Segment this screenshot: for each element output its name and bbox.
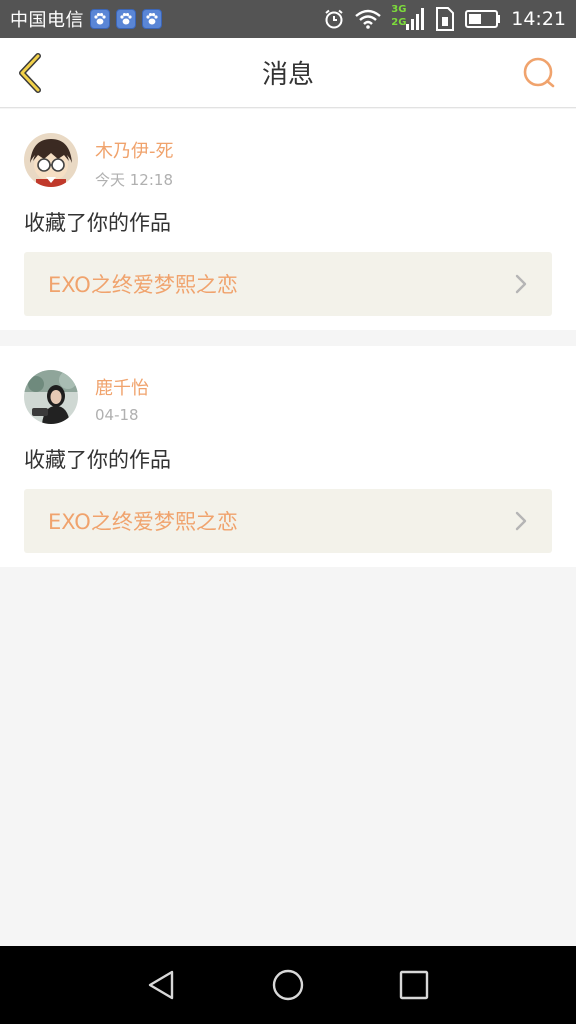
work-link[interactable]: EXO之终爱梦熙之恋 — [24, 489, 552, 553]
paw-icon — [90, 9, 110, 29]
avatar[interactable] — [24, 370, 78, 424]
search-icon — [523, 57, 555, 88]
status-right: 3G 2G 14:21 — [323, 4, 566, 32]
paw-icon — [142, 9, 162, 29]
back-button[interactable] — [14, 52, 50, 94]
carrier-name: 中国电信 — [10, 10, 84, 31]
status-bar: 中国电信 3G 2G 14:21 — [0, 0, 576, 38]
avatar[interactable] — [24, 133, 78, 187]
header: 消息 — [0, 38, 576, 108]
network-2g-label: 2G — [391, 17, 407, 28]
network-3g-label: 3G — [391, 4, 407, 15]
message-time: 今天 12:18 — [95, 171, 173, 189]
alarm-icon — [323, 8, 345, 30]
message-user-row: 鹿千怡 04-18 — [24, 346, 552, 424]
user-info: 鹿千怡 04-18 — [95, 374, 149, 424]
home-circle-icon[interactable] — [270, 967, 306, 1003]
signal-icon: 3G 2G — [391, 4, 425, 32]
message-card: 鹿千怡 04-18 收藏了你的作品 EXO之终爱梦熙之恋 — [0, 346, 576, 567]
page-title: 消息 — [261, 60, 314, 90]
message-action: 收藏了你的作品 — [24, 211, 171, 235]
message-user-row: 木乃伊-死 今天 12:18 — [24, 109, 552, 190]
battery-icon — [465, 10, 501, 28]
status-left: 中国电信 — [10, 6, 162, 32]
chevron-right-icon — [515, 274, 527, 294]
status-time: 14:21 — [511, 8, 566, 30]
message-action: 收藏了你的作品 — [24, 448, 171, 472]
wifi-icon — [355, 9, 382, 29]
work-link[interactable]: EXO之终爱梦熙之恋 — [24, 252, 552, 316]
back-chevron-icon — [19, 53, 41, 93]
user-info: 木乃伊-死 今天 12:18 — [95, 137, 174, 190]
navigation-bar — [0, 946, 576, 1024]
username[interactable]: 鹿千怡 — [95, 374, 149, 400]
work-title: EXO之终爱梦熙之恋 — [48, 510, 238, 534]
chevron-right-icon — [515, 511, 527, 531]
paw-icon — [116, 9, 136, 29]
search-button[interactable] — [522, 56, 556, 90]
work-title: EXO之终爱梦熙之恋 — [48, 273, 238, 297]
back-triangle-icon[interactable] — [144, 967, 180, 1003]
message-time: 04-18 — [95, 406, 139, 424]
message-card: 木乃伊-死 今天 12:18 收藏了你的作品 EXO之终爱梦熙之恋 — [0, 109, 576, 330]
recents-square-icon[interactable] — [396, 967, 432, 1003]
username[interactable]: 木乃伊-死 — [95, 137, 174, 163]
sim-icon — [435, 7, 455, 31]
